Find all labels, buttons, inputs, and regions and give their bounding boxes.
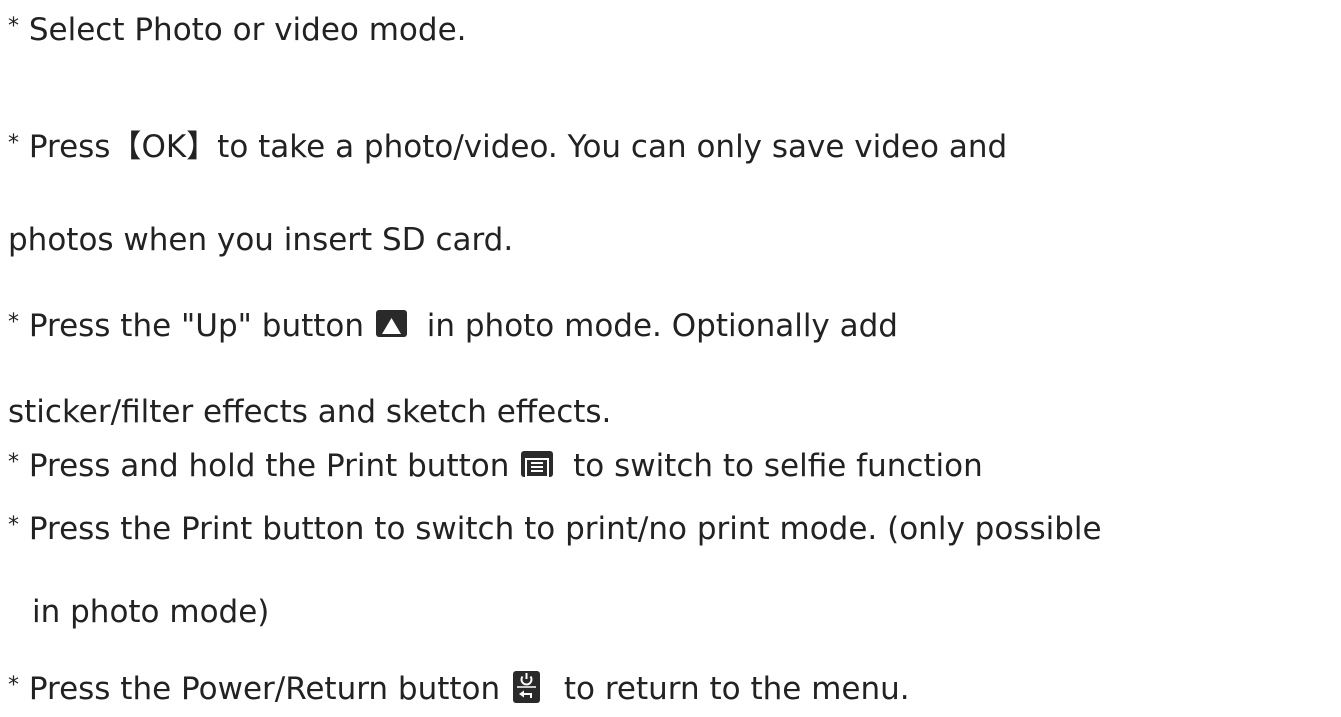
- instruction-text: sticker/filter effects and sketch effect…: [8, 394, 612, 430]
- instruction-text: Press the Print button to switch to prin…: [28, 511, 1102, 547]
- instruction-print-mode-continued: in photo mode): [32, 592, 269, 632]
- instruction-text: Press the "Up" button: [28, 308, 365, 344]
- bullet: *: [8, 513, 19, 538]
- bullet: *: [8, 450, 19, 475]
- bullet: *: [8, 14, 19, 39]
- instruction-up-button-continued: sticker/filter effects and sketch effect…: [8, 392, 611, 432]
- print-icon-glyph: [525, 457, 550, 478]
- instruction-press-ok-continued: photos when you insert SD card.: [8, 220, 513, 260]
- instruction-text: in photo mode): [32, 594, 270, 630]
- instruction-text: Press【OK】to take a photo/video. You can …: [28, 129, 1008, 165]
- bullet: *: [8, 131, 19, 156]
- instruction-text: Press the Power/Return button: [28, 671, 501, 707]
- instruction-text: to return to the menu.: [563, 671, 910, 707]
- print-icon: [521, 450, 554, 478]
- instruction-power-return: * Press the Power/Return button to retur…: [8, 669, 910, 709]
- instruction-text: Select Photo or video mode.: [28, 12, 467, 48]
- instruction-text: Press and hold the Print button: [28, 448, 510, 484]
- bullet: *: [8, 673, 19, 698]
- instruction-select-mode: * Select Photo or video mode.: [8, 10, 467, 50]
- power-return-icon-glyph: [517, 672, 537, 698]
- instruction-up-button: * Press the "Up" button in photo mode. O…: [8, 306, 898, 346]
- instruction-text: in photo mode. Optionally add: [426, 308, 898, 344]
- up-arrow-icon: [375, 310, 407, 337]
- power-return-icon: [513, 670, 541, 703]
- bullet: *: [8, 310, 19, 335]
- up-arrow-icon-glyph: [381, 318, 401, 334]
- instruction-press-ok: * Press【OK】to take a photo/video. You ca…: [8, 127, 1007, 167]
- instruction-text: photos when you insert SD card.: [8, 222, 514, 258]
- instruction-print-mode: * Press the Print button to switch to pr…: [8, 509, 1102, 549]
- instruction-print-hold: * Press and hold the Print button to swi…: [8, 446, 983, 486]
- instruction-text: to switch to selfie function: [573, 448, 983, 484]
